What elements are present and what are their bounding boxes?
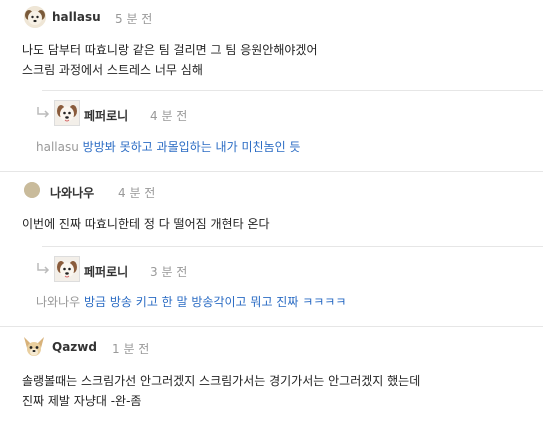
reply-mention[interactable]: hallasu [36,140,79,154]
reply-time: 4 분 전 [150,109,188,123]
reply-author[interactable]: 페퍼로니 [84,263,128,280]
reply-body: hallasu 방방봐 못하고 과몰입하는 내가 미친놈인 듯 [36,138,300,156]
comment: 나와나우 4 분 전 이번에 진짜 따효니한테 정 다 떨어짐 개현타 온다 페… [0,172,543,322]
reply-text: 방금 방송 키고 한 말 방송각이고 뭐고 진짜 ㅋㅋㅋㅋ [84,295,347,309]
comment-author[interactable]: 나와나우 [50,184,94,201]
comment-body-line: 나도 담부터 따효니랑 같은 팀 걸리면 그 팀 응원안해야겠어 [22,43,318,57]
comment: Qazwd 1 분 전 솔랭볼때는 스크림가선 안그러겠지 스크림가서는 경기가… [0,327,543,422]
reply-time: 3 분 전 [150,265,188,279]
comment-body-line: 이번에 진짜 따효니한테 정 다 떨어짐 개현타 온다 [22,217,270,231]
reply-arrow-icon [37,263,50,274]
avatar[interactable] [24,182,40,198]
avatar[interactable] [24,6,46,28]
comment-body-line: 솔랭볼때는 스크림가선 안그러겠지 스크림가서는 경기가서는 안그러겠지 했는데 [22,374,421,388]
reply-mention[interactable]: 나와나우 [36,295,80,309]
comment-body-line: 스크림 과정에서 스트레스 너무 심해 [22,63,203,77]
comment-body-line: 진짜 제발 자냥대 -완-좀 [22,394,142,408]
reply-body: 나와나우 방금 방송 키고 한 말 방송각이고 뭐고 진짜 ㅋㅋㅋㅋ [36,293,346,311]
puppy-avatar [55,257,79,281]
divider [42,246,543,247]
avatar[interactable] [22,335,46,359]
reply-text: 방방봐 못하고 과몰입하는 내가 미친놈인 듯 [82,140,301,154]
reply-author[interactable]: 페퍼로니 [84,107,128,124]
chihuahua-avatar [22,335,46,359]
puppy-avatar [55,101,79,125]
reply-arrow-icon [37,107,50,118]
comment-author[interactable]: Qazwd [52,340,97,354]
avatar[interactable] [54,256,80,282]
comment-author[interactable]: hallasu [52,10,101,24]
puppy-avatar [24,6,46,28]
dot-avatar [24,182,40,198]
comment-time: 5 분 전 [115,12,153,26]
avatar[interactable] [54,100,80,126]
divider [42,90,543,91]
comment: hallasu 5 분 전 나도 담부터 따효니랑 같은 팀 걸리면 그 팀 응… [0,0,543,188]
comment-time: 4 분 전 [118,186,156,200]
comment-time: 1 분 전 [112,342,150,356]
